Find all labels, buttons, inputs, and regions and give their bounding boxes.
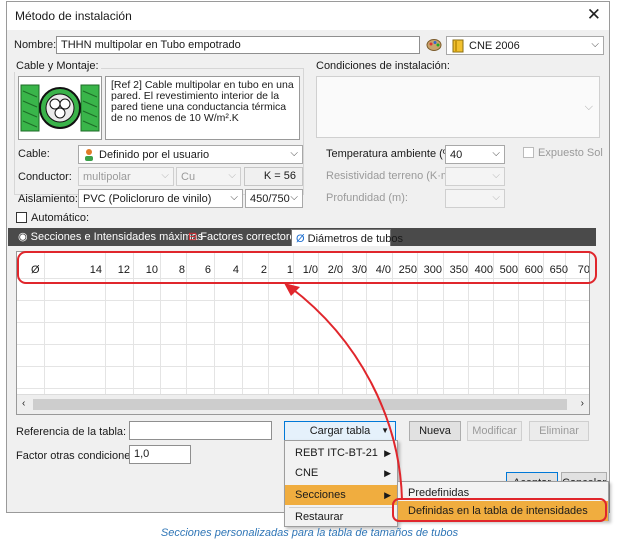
figure-caption: Secciones personalizadas para la tabla d… bbox=[160, 527, 459, 539]
annotation-header-ring bbox=[17, 251, 597, 284]
annotation-overlay bbox=[17, 251, 607, 522]
annotation-submenu-ring bbox=[392, 498, 607, 522]
annotation-arrow-path bbox=[289, 286, 403, 501]
